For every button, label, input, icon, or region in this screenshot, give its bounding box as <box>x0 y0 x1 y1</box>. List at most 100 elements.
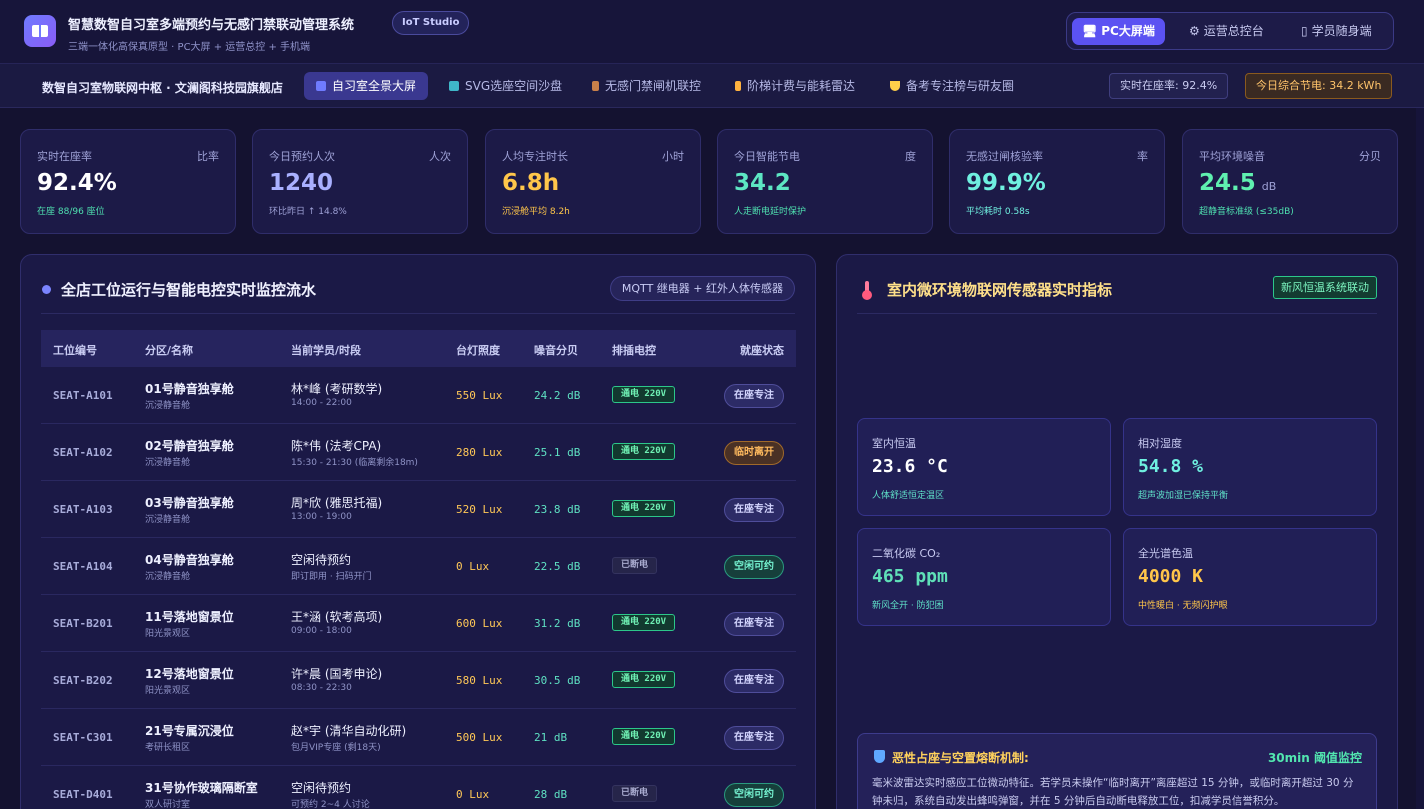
seat-panel-title: 全店工位运行与智能电控实时监控流水 <box>61 281 317 299</box>
kpi-card-bookings: 今日预约人次 人次 1240 环比昨日 ↑ 14.8% <box>252 129 468 234</box>
sensor-card-co2: 二氧化碳 CO₂ 465 ppm 新风全开 · 防犯困 <box>857 528 1111 626</box>
kpi-label: 今日预约人次 <box>269 150 335 163</box>
kpi-note: 环比昨日 ↑ 14.8% <box>269 207 347 217</box>
seat-status-badge[interactable]: 在座专注 <box>724 726 784 750</box>
studio-badge: IoT Studio <box>392 11 470 35</box>
session-time: 08:30 - 22:30 <box>291 683 352 693</box>
app-title: 智慧数智自习室多端预约与无感门禁联动管理系统 <box>68 18 355 33</box>
seat-status-badge[interactable]: 空闲可约 <box>724 555 784 579</box>
tab-panorama-screen[interactable]: 自习室全景大屏 <box>304 72 429 100</box>
gear-icon: ⚙ <box>1189 24 1200 38</box>
seat-status-badge[interactable]: 临时离开 <box>724 441 784 465</box>
sensor-label: 二氧化碳 CO₂ <box>872 547 941 560</box>
student-name: 许*晨 (国考申论) <box>291 667 383 681</box>
sensor-label: 相对湿度 <box>1138 437 1182 450</box>
mqtt-tag: MQTT 继电器 + 红外人体传感器 <box>609 276 795 301</box>
table-row[interactable]: SEAT-A102 02号静音独享舱 沉浸静音舱 陈*伟 (法考CPA) 15:30 -… <box>41 424 796 481</box>
seat-status-badge[interactable]: 在座专注 <box>724 384 784 408</box>
sensor-note: 超声波加湿已保持平衡 <box>1138 491 1229 501</box>
seat-zone: 沉浸静音舱 <box>145 458 191 468</box>
student-name: 林*峰 (考研数学) <box>291 382 383 396</box>
tab-focus-ranking[interactable]: 备考专注榜与研友圈 <box>878 72 1026 100</box>
student-name: 陈*伟 (法考CPA) <box>291 439 382 453</box>
kpi-unit: 度 <box>905 150 916 163</box>
table-row[interactable]: SEAT-A103 03号静音独享舱 沉浸静音舱 周*欣 (雅思托福) 13:00 - … <box>41 481 796 538</box>
seat-id: SEAT-B202 <box>53 674 113 687</box>
seat-zone: 沉浸静音舱 <box>145 572 191 582</box>
environment-panel: 室内微环境物联网传感器实时指标 新风恒温系统联动 室内恒温 23.6 °C 人体… <box>836 254 1398 809</box>
sensor-value: 4000 K <box>1138 566 1204 587</box>
book-logo-icon <box>24 15 56 47</box>
mode-pc-screen-button[interactable]: 🖥 PC大屏端 <box>1072 18 1165 45</box>
mode-student-mobile-button[interactable]: ▯ 学员随身端 <box>1291 18 1382 45</box>
lamp-illuminance: 600 Lux <box>456 617 503 630</box>
table-row[interactable]: SEAT-D401 31号协作玻璃隔断室 双人研讨室 空闲待预约 可预约 2~4 人讨论… <box>41 766 796 809</box>
kpi-label: 平均环境噪音 <box>1199 150 1265 163</box>
power-socket-status[interactable]: 已断电 <box>612 785 658 802</box>
power-socket-status[interactable]: 通电 220V <box>612 443 676 460</box>
table-row[interactable]: SEAT-C301 21号专属沉浸位 考研长租区 赵*宇 (清华自动化研) 包月VIP专… <box>41 709 796 766</box>
tab-gate-control[interactable]: 无感门禁闸机联控 <box>580 72 713 100</box>
seat-status-badge[interactable]: 空闲可约 <box>724 783 784 807</box>
lamp-illuminance: 280 Lux <box>456 446 503 459</box>
seat-zone: 沉浸静音舱 <box>145 515 191 525</box>
kpi-note: 平均耗时 0.58s <box>966 207 1030 217</box>
kpi-value: 1240 <box>269 170 334 196</box>
kpi-unit: 小时 <box>662 150 684 163</box>
thermometer-icon <box>861 281 873 300</box>
lamp-illuminance: 500 Lux <box>456 731 503 744</box>
kpi-value-unit: dB <box>1261 180 1277 193</box>
door-icon <box>592 81 599 91</box>
sensor-note: 中性暖白 · 无频闪护眼 <box>1138 601 1228 611</box>
table-row[interactable]: SEAT-B201 11号落地窗景位 阳光景观区 王*涵 (软考高项) 09:00 - … <box>41 595 796 652</box>
app-header: 智慧数智自习室多端预约与无感门禁联动管理系统 IoT Studio 三端一体化高… <box>0 0 1424 64</box>
table-row[interactable]: SEAT-A101 01号静音独享舱 沉浸静音舱 林*峰 (考研数学) 14:00 - … <box>41 367 796 424</box>
power-socket-status[interactable]: 通电 220V <box>612 386 676 403</box>
kpi-unit: 率 <box>1137 150 1148 163</box>
lamp-illuminance: 0 Lux <box>456 560 490 573</box>
session-time: 14:00 - 22:00 <box>291 398 352 408</box>
sensor-label: 全光谱色温 <box>1138 547 1193 560</box>
power-socket-status[interactable]: 通电 220V <box>612 500 676 517</box>
session-time: 15:30 - 21:30 (临离剩余18m) <box>291 458 418 468</box>
noise-level: 30.5 dB <box>534 674 581 687</box>
power-socket-status[interactable]: 已断电 <box>612 557 658 574</box>
seat-zone: 阳光景观区 <box>145 686 191 696</box>
kpi-note: 沉浸舱平均 8.2h <box>502 207 570 217</box>
kpi-card-gate-rate: 无感过闸核验率 率 99.9% 平均耗时 0.58s <box>949 129 1165 234</box>
power-socket-status[interactable]: 通电 220V <box>612 728 676 745</box>
kpi-unit: 人次 <box>429 150 451 163</box>
tab-billing-energy[interactable]: 阶梯计费与能耗雷达 <box>723 72 867 100</box>
lamp-illuminance: 520 Lux <box>456 503 503 516</box>
kpi-unit: 比率 <box>197 150 219 163</box>
seat-table: 工位编号 分区/名称 当前学员/时段 台灯照度 噪音分贝 排插电控 就座状态 S… <box>41 330 796 809</box>
student-name: 空闲待预约 <box>291 781 352 795</box>
mode-ops-console-button[interactable]: ⚙ 运营总控台 <box>1179 18 1274 45</box>
session-time: 可预约 2~4 人讨论 <box>291 800 370 809</box>
map-icon <box>449 81 459 91</box>
seat-id: SEAT-A102 <box>53 446 113 459</box>
page-scrollbar[interactable] <box>1416 108 1424 809</box>
student-name: 赵*宇 (清华自动化研) <box>291 724 407 738</box>
kpi-card-energy: 今日智能节电 度 34.2 人走断电延时保护 <box>717 129 933 234</box>
app-subtitle: 三端一体化高保真原型 · PC大屏 + 运营总控 + 手机端 <box>68 42 311 53</box>
noise-level: 23.8 dB <box>534 503 581 516</box>
lamp-illuminance: 0 Lux <box>456 788 490 801</box>
mode-switcher: 🖥 PC大屏端 ⚙ 运营总控台 ▯ 学员随身端 <box>1066 12 1394 50</box>
lamp-illuminance: 550 Lux <box>456 389 503 402</box>
seat-status-badge[interactable]: 在座专注 <box>724 498 784 522</box>
seat-status-badge[interactable]: 在座专注 <box>724 669 784 693</box>
seat-id: SEAT-A101 <box>53 389 113 402</box>
power-socket-status[interactable]: 通电 220V <box>612 614 676 631</box>
power-socket-status[interactable]: 通电 220V <box>612 671 676 688</box>
seat-status-badge[interactable]: 在座专注 <box>724 612 784 636</box>
noise-level: 28 dB <box>534 788 568 801</box>
seat-name: 11号落地窗景位 <box>145 610 234 624</box>
student-name: 王*涵 (软考高项) <box>291 610 383 624</box>
tab-seat-sandbox[interactable]: SVG选座空间沙盘 <box>437 72 574 100</box>
monitor-icon: 🖥 <box>1082 24 1098 38</box>
table-row[interactable]: SEAT-A104 04号静音独享舱 沉浸静音舱 空闲待预约 即订即用 · 扫码开门 0 … <box>41 538 796 595</box>
table-row[interactable]: SEAT-B202 12号落地窗景位 阳光景观区 许*晨 (国考申论) 08:30 - … <box>41 652 796 709</box>
kpi-label: 实时在座率 <box>37 150 92 163</box>
column-header: 排插电控 <box>612 344 656 357</box>
